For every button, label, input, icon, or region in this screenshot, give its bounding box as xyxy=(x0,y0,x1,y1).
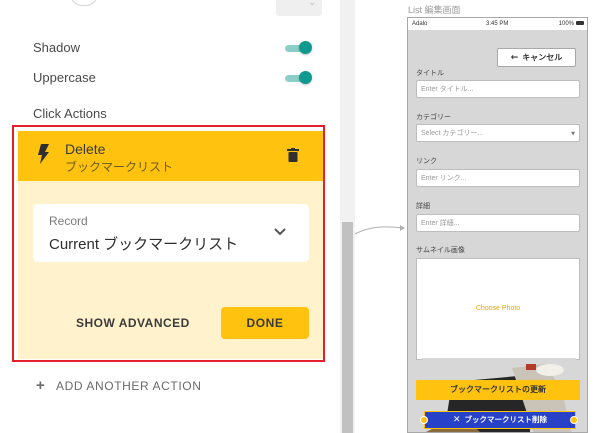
link-input[interactable]: Enter リンク... xyxy=(416,169,580,187)
category-field-label: カテゴリー xyxy=(416,114,451,121)
uppercase-label: Uppercase xyxy=(33,70,96,85)
title-input[interactable]: Enter タイトル... xyxy=(416,80,580,98)
choose-photo-text: Choose Photo xyxy=(475,305,521,312)
detail-field-label: 詳細 xyxy=(416,203,430,210)
update-bookmark-button[interactable]: ブックマークリストの更新 xyxy=(416,380,580,400)
chevron-down-icon: ⌄ xyxy=(308,0,316,8)
screen-title[interactable]: List 編集画面 xyxy=(408,3,461,16)
resize-handle-right[interactable] xyxy=(570,416,578,424)
properties-panel: ⌄ Shadow Uppercase Click Actions Delete … xyxy=(0,0,340,433)
toggle-knob xyxy=(299,41,312,54)
resize-handle-left[interactable] xyxy=(420,416,428,424)
thumbnail-label: サムネイル画像 xyxy=(416,247,465,254)
phone-screen[interactable]: Adalo 3:45 PM 100% ← キャンセル タイトル Enter タイト… xyxy=(407,17,588,433)
uppercase-toggle[interactable] xyxy=(285,71,312,84)
add-action-label: ADD ANOTHER ACTION xyxy=(56,379,202,393)
delete-bookmark-label: ブックマークリスト削除 xyxy=(464,415,548,424)
carrier-text: Adalo xyxy=(412,21,428,27)
uppercase-row: Uppercase xyxy=(33,68,323,88)
image-picker[interactable]: Choose Photo xyxy=(416,258,580,360)
shadow-label: Shadow xyxy=(33,40,80,55)
caret-down-icon: ▼ xyxy=(571,131,575,137)
cancel-label: キャンセル xyxy=(522,53,563,62)
link-field-label: リンク xyxy=(416,158,437,165)
click-actions-heading: Click Actions xyxy=(33,106,107,121)
highlight-box xyxy=(12,125,325,362)
cancel-button[interactable]: ← キャンセル xyxy=(497,48,576,67)
link-arrow xyxy=(355,225,405,235)
add-another-action-button[interactable]: + ADD ANOTHER ACTION xyxy=(36,377,201,394)
plus-icon: + xyxy=(36,377,46,394)
delete-bookmark-button[interactable]: ✕ ブックマークリスト削除 xyxy=(424,411,576,429)
slider-handle[interactable] xyxy=(70,0,98,6)
battery-status: 100% xyxy=(559,21,584,27)
toggle-knob xyxy=(299,71,312,84)
detail-input[interactable]: Enter 詳細... xyxy=(416,214,580,232)
status-bar: Adalo 3:45 PM 100% xyxy=(408,18,587,30)
status-time: 3:45 PM xyxy=(486,21,509,27)
category-select[interactable]: Select カテゴリー... ▼ xyxy=(416,124,580,142)
battery-icon xyxy=(576,21,584,26)
shadow-toggle[interactable] xyxy=(285,41,312,54)
title-field-label: タイトル xyxy=(416,70,444,77)
scrollbar-thumb[interactable] xyxy=(342,222,353,433)
dropdown-select[interactable]: ⌄ xyxy=(276,0,322,16)
arrow-left-icon: ← xyxy=(510,53,519,63)
battery-text: 100% xyxy=(558,21,574,27)
shadow-row: Shadow xyxy=(33,38,323,58)
x-icon: ✕ xyxy=(452,415,461,425)
category-placeholder: Select カテゴリー... xyxy=(421,130,484,137)
